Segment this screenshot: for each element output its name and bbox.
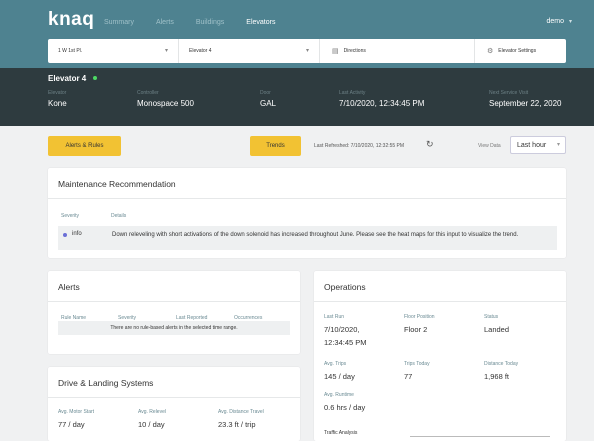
chevron-down-icon: ▾: [556, 142, 560, 148]
avg-relevel-label: Avg. Relevel: [138, 409, 166, 415]
top-nav: knaq Summary Alerts Buildings Elevators …: [0, 0, 594, 68]
elevator-select-value: Elevator 4: [189, 48, 212, 54]
avg-trips-label: Avg. Trips: [324, 361, 347, 367]
trends-button[interactable]: Trends: [250, 136, 301, 156]
elevator-settings-label: Elevator Settings: [498, 48, 537, 54]
chevron-down-icon: ▾: [305, 48, 309, 54]
info-elevator: Elevator Kone: [48, 90, 67, 108]
refresh-icon[interactable]: ↻: [426, 139, 434, 150]
floor-position-label: Floor Position: [404, 314, 435, 320]
avg-runtime-label: Avg. Runtime: [324, 392, 354, 398]
severity-header: Severity: [61, 213, 80, 219]
alerts-title: Alerts: [58, 282, 80, 292]
directions-icon: ▤: [332, 48, 339, 55]
avg-distance-travel-value: 23.3 ft / trip: [218, 420, 256, 429]
traffic-analysis-label: Traffic Analysis: [324, 430, 358, 436]
view-data-select[interactable]: Last hour ▾: [510, 136, 566, 154]
operations-title: Operations: [324, 282, 366, 292]
nav-links: Summary Alerts Buildings Elevators: [104, 19, 297, 26]
info-label: Last Activity: [339, 90, 366, 96]
last-refreshed-text: Last Refreshed: 7/10/2020, 12:32:55 PM: [314, 143, 405, 149]
alerts-rules-button[interactable]: Alerts & Rules: [48, 136, 121, 156]
info-label: Elevator: [48, 90, 67, 96]
logo[interactable]: knaq: [48, 9, 94, 31]
gear-icon: ⚙: [487, 48, 494, 55]
info-severity-dot: [63, 233, 67, 237]
drive-landing-title: Drive & Landing Systems: [58, 378, 154, 388]
traffic-chart-axis: [410, 436, 550, 437]
info-label: Controller: [137, 90, 159, 96]
avg-trips-value: 145 / day: [324, 372, 355, 381]
severity-value: info: [72, 231, 82, 237]
nav-link-elevators[interactable]: Elevators: [246, 19, 275, 26]
elevator-title: Elevator 4: [48, 74, 87, 83]
chevron-down-icon[interactable]: ▾: [569, 18, 572, 25]
selector-bar: 1 W 1st Pl. ▾ Elevator 4 ▾ ▤ Directions …: [48, 39, 566, 63]
divider: [48, 397, 300, 398]
last-run-label: Last Run: [324, 314, 345, 320]
info-value: Kone: [48, 99, 67, 108]
info-door: Door GAL: [260, 90, 276, 108]
avg-relevel-value: 10 / day: [138, 420, 165, 429]
last-run-date: 7/10/2020,: [324, 325, 360, 334]
directions-label: Directions: [343, 48, 366, 54]
user-menu[interactable]: demo: [546, 18, 564, 25]
trips-today-value: 77: [404, 372, 413, 381]
status-value: Landed: [484, 325, 510, 334]
details-header: Details: [111, 213, 127, 219]
status-label: Status: [484, 314, 499, 320]
chevron-down-icon: ▾: [164, 48, 168, 54]
operations-card: Operations Last Run 7/10/2020, 12:34:45 …: [314, 271, 566, 441]
last-run-time: 12:34:45 PM: [324, 338, 367, 347]
building-select[interactable]: 1 W 1st Pl. ▾: [48, 39, 179, 63]
avg-runtime-value: 0.6 hrs / day: [324, 403, 366, 412]
avg-motor-start-label: Avg. Motor Start: [58, 409, 95, 415]
nav-link-summary[interactable]: Summary: [104, 19, 134, 26]
info-next-service: Next Service Visit September 22, 2020: [489, 90, 562, 108]
divider: [48, 301, 300, 302]
avg-motor-start-value: 77 / day: [58, 420, 85, 429]
floor-position-value: Floor 2: [404, 325, 428, 334]
elevator-select[interactable]: Elevator 4 ▾: [179, 39, 320, 63]
view-data-value: Last hour: [517, 141, 547, 149]
info-value: GAL: [260, 99, 277, 108]
view-data-label: View Data: [478, 143, 501, 149]
info-value: Monospace 500: [137, 99, 194, 108]
info-controller: Controller Monospace 500: [137, 90, 194, 108]
alerts-card: Alerts Rule Name Severity Last Reported …: [48, 271, 300, 354]
info-label: Door: [260, 90, 271, 96]
info-last-activity: Last Activity 7/10/2020, 12:34:45 PM: [339, 90, 424, 108]
drive-landing-card: Drive & Landing Systems Avg. Motor Start…: [48, 367, 300, 441]
empty-alerts-message: There are no rule-based alerts in the se…: [58, 321, 290, 335]
info-label: Next Service Visit: [489, 90, 529, 96]
directions-button[interactable]: ▤ Directions: [320, 39, 475, 63]
online-status-dot: [93, 76, 97, 80]
nav-link-alerts[interactable]: Alerts: [156, 19, 174, 26]
info-value: September 22, 2020: [489, 99, 562, 108]
distance-today-value: 1,968 ft: [484, 372, 510, 381]
trips-today-label: Trips Today: [404, 361, 430, 367]
divider: [48, 198, 566, 199]
nav-link-buildings[interactable]: Buildings: [196, 19, 224, 26]
maintenance-card: Maintenance Recommendation Severity Deta…: [48, 168, 566, 258]
divider: [314, 301, 566, 302]
maintenance-row: info Down releveling with short activati…: [58, 226, 557, 250]
elevator-settings-button[interactable]: ⚙ Elevator Settings: [475, 39, 566, 63]
avg-distance-travel-label: Avg. Distance Travel: [218, 409, 264, 415]
distance-today-label: Distance Today: [484, 361, 519, 367]
elevator-info-band: Elevator 4 Elevator Kone Controller Mono…: [0, 68, 594, 126]
maintenance-title: Maintenance Recommendation: [58, 179, 176, 189]
info-value: 7/10/2020, 12:34:45 PM: [339, 99, 425, 108]
building-select-value: 1 W 1st Pl.: [58, 48, 83, 54]
details-value: Down releveling with short activations o…: [112, 232, 519, 238]
